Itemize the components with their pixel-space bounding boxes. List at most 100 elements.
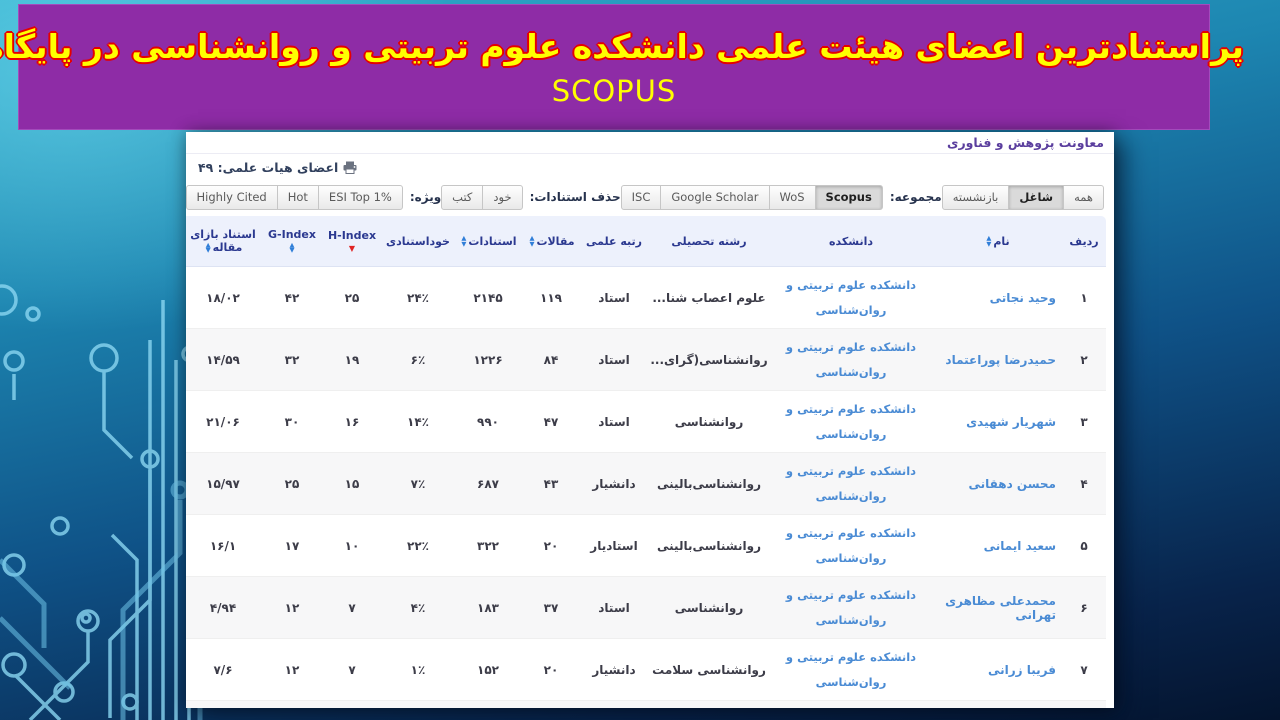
col-self: خوداستنادی bbox=[382, 216, 454, 267]
status-filter-button[interactable]: شاغل bbox=[1008, 184, 1065, 210]
name-cell: شهریار شهیدی bbox=[932, 390, 1062, 453]
articles-cell: ۲۰ bbox=[522, 638, 580, 701]
faculty-link[interactable]: دانشکده علوم تربیتی و روان‌شناسی bbox=[772, 459, 930, 508]
g-cell: ۱۰ bbox=[262, 700, 322, 708]
member-name-link[interactable]: فریبا زرانی bbox=[988, 663, 1056, 677]
exclude-citations-button[interactable]: کتب bbox=[441, 184, 484, 210]
rank-cell: استاد bbox=[580, 328, 648, 391]
sort-desc-icon[interactable]: ▼ bbox=[324, 245, 380, 253]
name-cell: سعید ایمانی bbox=[932, 514, 1062, 577]
exclude-citations-cluster: حذف استنادات: خود کتب bbox=[441, 184, 621, 210]
status-filter-cluster: همه شاغل بازنشسته bbox=[941, 184, 1104, 210]
num-cell: ۸ bbox=[1062, 700, 1106, 708]
cpa-cell: ۷/۶ bbox=[186, 638, 262, 701]
h-cell: ۷ bbox=[322, 700, 382, 708]
status-filter-button[interactable]: همه bbox=[1063, 184, 1104, 210]
faculty-cell: دانشکده علوم تربیتی و روان‌شناسی bbox=[770, 514, 932, 577]
field-cell: علوم اعصاب شنا... bbox=[648, 266, 770, 329]
rank-cell: استاد bbox=[580, 390, 648, 453]
col-citations[interactable]: استنادات ▲ ▼ bbox=[454, 216, 522, 267]
special-filter-group: ESI Top 1% Hot Highly Cited bbox=[186, 184, 403, 210]
table-row: ۴ محسن دهقانی دانشکده علوم تربیتی و روان‌ش… bbox=[186, 452, 1106, 515]
name-cell: وحید صادقی فیروز آبادی bbox=[932, 700, 1062, 708]
col-rank: رتبه علمی bbox=[580, 216, 648, 267]
g-cell: ۱۷ bbox=[262, 514, 322, 577]
citations-cell: ۲۱۴۵ bbox=[454, 266, 522, 329]
member-name-link[interactable]: وحید نجاتی bbox=[990, 291, 1056, 305]
member-name-link[interactable]: محسن دهقانی bbox=[968, 477, 1056, 491]
collection-filter-cluster: مجموعه: Scopus WoS Google Scholar ISC bbox=[620, 184, 942, 210]
status-filter-button[interactable]: بازنشسته bbox=[941, 184, 1010, 210]
field-cell: روانشناسی سلامت bbox=[648, 700, 770, 708]
num-cell: ۱ bbox=[1062, 266, 1106, 329]
col-field: رشته تحصیلی bbox=[648, 216, 770, 267]
citations-cell: ۱۲۶ bbox=[454, 700, 522, 708]
member-name-link[interactable]: محمدعلی مظاهری تهرانی bbox=[945, 594, 1056, 622]
faculty-link[interactable]: دانشکده علوم تربیتی و روان‌شناسی bbox=[772, 707, 930, 708]
faculty-cell: دانشکده علوم تربیتی و روان‌شناسی bbox=[770, 328, 932, 391]
citations-cell: ۱۲۲۶ bbox=[454, 328, 522, 391]
special-filter-button[interactable]: Hot bbox=[276, 184, 319, 210]
special-filter-button[interactable]: ESI Top 1% bbox=[317, 184, 403, 210]
member-name-link[interactable]: حمیدرضا پوراعتماد bbox=[945, 353, 1056, 367]
faculty-link[interactable]: دانشکده علوم تربیتی و روان‌شناسی bbox=[772, 397, 930, 446]
col-name[interactable]: نام ▲ ▼ bbox=[932, 216, 1062, 267]
sort-icon[interactable]: ▲ ▼ bbox=[529, 235, 534, 247]
col-h[interactable]: H-Index ▼ bbox=[322, 216, 382, 267]
self-cell: ۵٪ bbox=[382, 700, 454, 708]
member-name-link[interactable]: سعید ایمانی bbox=[984, 539, 1056, 553]
faculty-cell: دانشکده علوم تربیتی و روان‌شناسی bbox=[770, 390, 932, 453]
citations-cell: ۹۹۰ bbox=[454, 390, 522, 453]
field-cell: روانشناسی(گرای... bbox=[648, 328, 770, 391]
collection-filter-button[interactable]: ISC bbox=[620, 184, 662, 210]
cpa-cell: ۱۶/۱ bbox=[186, 514, 262, 577]
faculty-link[interactable]: دانشکده علوم تربیتی و روان‌شناسی bbox=[772, 521, 930, 570]
printer-icon[interactable] bbox=[343, 161, 357, 174]
collection-filter-button[interactable]: WoS bbox=[768, 184, 816, 210]
collection-filter-button[interactable]: Google Scholar bbox=[660, 184, 770, 210]
faculty-link[interactable]: دانشکده علوم تربیتی و روان‌شناسی bbox=[772, 645, 930, 694]
num-cell: ۲ bbox=[1062, 328, 1106, 391]
special-filter-cluster: ویژه: ESI Top 1% Hot Highly Cited bbox=[186, 184, 441, 210]
table-row: ۲ حمیدرضا پوراعتماد دانشکده علوم تربیتی و … bbox=[186, 328, 1106, 391]
name-cell: محمدعلی مظاهری تهرانی bbox=[932, 576, 1062, 639]
articles-cell: ۸۴ bbox=[522, 328, 580, 391]
collection-filter-group: Scopus WoS Google Scholar ISC bbox=[620, 184, 883, 210]
collection-filter-button[interactable]: Scopus bbox=[814, 184, 883, 210]
sort-icon[interactable]: ▲ ▼ bbox=[986, 235, 991, 247]
col-cpa[interactable]: استناد بازای مقاله ▲ ▼ bbox=[186, 216, 262, 267]
special-filter-button[interactable]: Highly Cited bbox=[186, 184, 278, 210]
cpa-cell: ۴/۹۴ bbox=[186, 576, 262, 639]
h-cell: ۱۶ bbox=[322, 390, 382, 453]
col-g[interactable]: G-Index ▲ ▼ bbox=[262, 216, 322, 267]
status-filter-group: همه شاغل بازنشسته bbox=[941, 184, 1104, 210]
self-cell: ۱۴٪ bbox=[382, 390, 454, 453]
citations-cell: ۶۸۷ bbox=[454, 452, 522, 515]
faculty-link[interactable]: دانشکده علوم تربیتی و روان‌شناسی bbox=[772, 273, 930, 322]
self-cell: ۲۴٪ bbox=[382, 266, 454, 329]
articles-cell: ۴۳ bbox=[522, 452, 580, 515]
self-cell: ۲۲٪ bbox=[382, 514, 454, 577]
articles-cell: ۲۰ bbox=[522, 514, 580, 577]
rank-cell: دانشیار bbox=[580, 452, 648, 515]
member-name-link[interactable]: شهریار شهیدی bbox=[966, 415, 1056, 429]
self-cell: ۱٪ bbox=[382, 638, 454, 701]
title-banner: پراستنادترین اعضای هیئت علمی دانشکده علو… bbox=[0, 4, 1244, 130]
table-row: ۸وحید صادقی فیروز آبادیدانشکده علوم تربی… bbox=[186, 700, 1106, 708]
cpa-cell: ۱۸/۰۲ bbox=[186, 266, 262, 329]
field-cell: روانشناسی‌بالینی bbox=[648, 452, 770, 515]
members-count-row: اعضای هیات علمی: ۴۹ bbox=[186, 154, 1114, 180]
h-cell: ۱۰ bbox=[322, 514, 382, 577]
faculty-link[interactable]: دانشکده علوم تربیتی و روان‌شناسی bbox=[772, 335, 930, 384]
filter-toolbar: همه شاغل بازنشسته مجموعه: Scopus WoS Google … bbox=[186, 180, 1114, 214]
sort-icon[interactable]: ▲ ▼ bbox=[461, 235, 466, 247]
sort-icon[interactable]: ▲ ▼ bbox=[206, 242, 211, 254]
exclude-citations-button[interactable]: خود bbox=[482, 184, 523, 210]
cpa-cell: ۷/۴۱ bbox=[186, 700, 262, 708]
cpa-cell: ۲۱/۰۶ bbox=[186, 390, 262, 453]
col-articles[interactable]: مقالات ▲ ▼ bbox=[522, 216, 580, 267]
name-cell: وحید نجاتی bbox=[932, 266, 1062, 329]
col-num: ردیف bbox=[1062, 216, 1106, 267]
sort-icon[interactable]: ▲ ▼ bbox=[290, 242, 295, 254]
faculty-link[interactable]: دانشکده علوم تربیتی و روان‌شناسی bbox=[772, 583, 930, 632]
